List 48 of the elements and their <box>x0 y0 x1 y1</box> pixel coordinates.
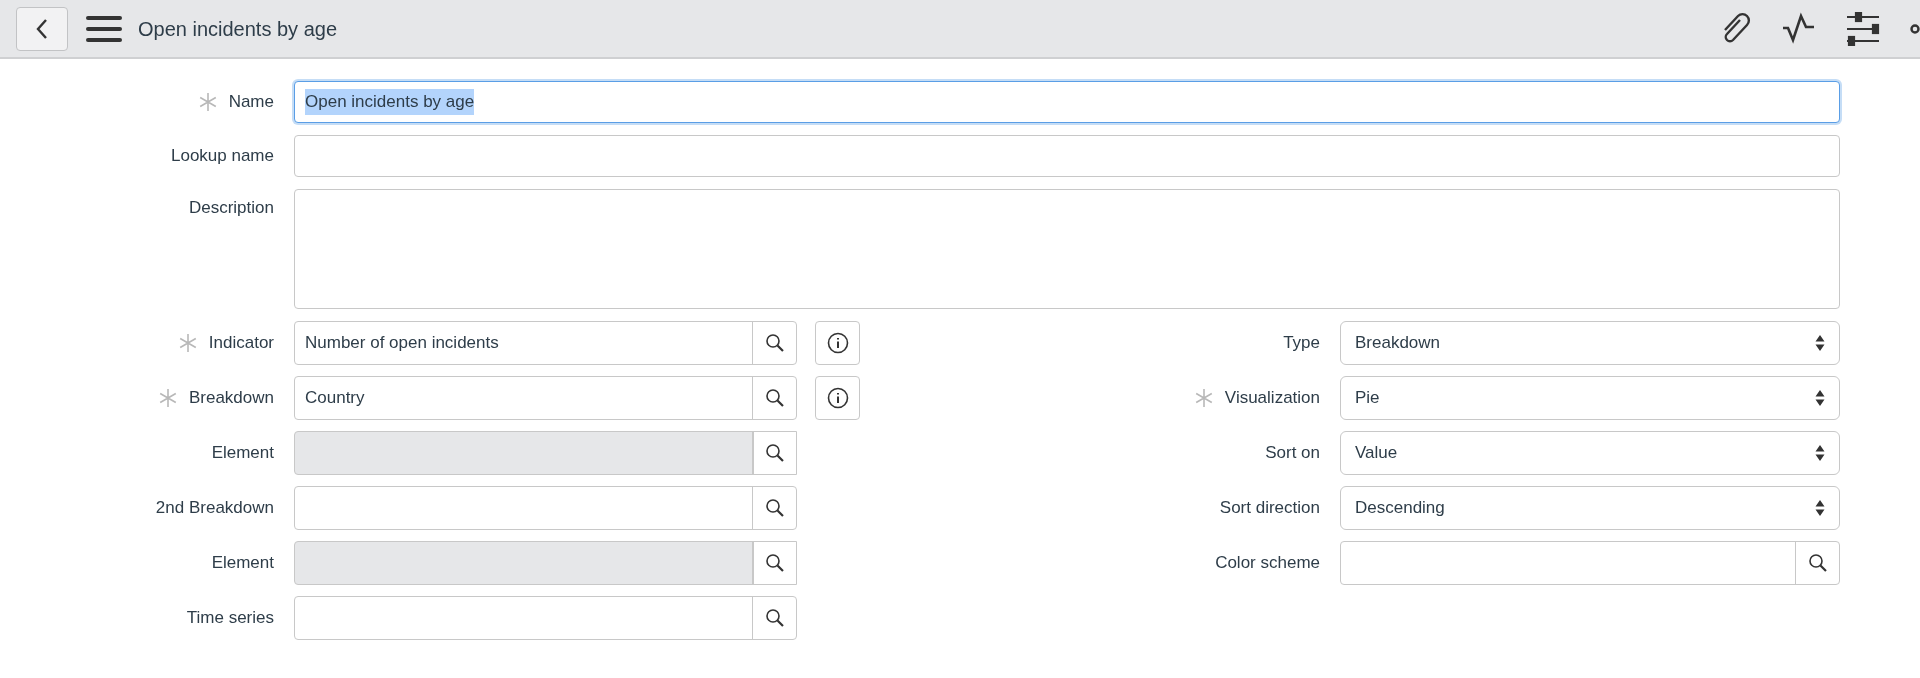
search-icon <box>764 498 785 518</box>
field-label: 2nd Breakdown <box>155 497 274 520</box>
page-title: Open incidents by age <box>138 16 338 42</box>
menu-button[interactable] <box>86 13 122 44</box>
field-label: Element <box>211 442 274 465</box>
field-label: Indicator <box>208 332 274 355</box>
field-label: Visualization <box>1224 387 1320 410</box>
activity-icon[interactable] <box>1782 11 1816 46</box>
search-icon <box>764 333 785 353</box>
info-icon <box>826 332 849 354</box>
field-label: Sort direction <box>1219 497 1320 520</box>
select-field[interactable]: Pie <box>1340 376 1840 420</box>
sliders-icon[interactable] <box>1846 11 1880 46</box>
field-label: Lookup name <box>170 145 274 167</box>
search-icon <box>765 553 785 573</box>
field-label: Type <box>1283 332 1320 355</box>
search-icon <box>765 443 785 463</box>
field-label: Name <box>228 91 274 113</box>
field-label: Breakdown <box>188 387 274 410</box>
sort-arrows-icon <box>1815 444 1825 462</box>
select-field[interactable]: Breakdown <box>1340 321 1840 365</box>
sort-arrows-icon <box>1815 499 1825 517</box>
text-field[interactable]: Open incidents by age <box>294 81 1840 123</box>
search-icon <box>764 388 785 408</box>
sort-arrows-icon <box>1815 389 1825 407</box>
info-icon <box>826 387 849 409</box>
back-button[interactable] <box>16 6 68 51</box>
field-label: Color scheme <box>1215 552 1320 575</box>
reference-field[interactable] <box>1340 541 1840 585</box>
chevron-left-icon <box>35 17 49 40</box>
search-icon <box>764 608 785 628</box>
field-label: Sort on <box>1265 442 1320 465</box>
info-button[interactable] <box>815 376 860 420</box>
field-label: Description <box>188 197 274 219</box>
text-field[interactable] <box>294 135 1840 177</box>
select-field[interactable]: Descending <box>1340 486 1840 530</box>
reference-field[interactable]: Number of open incidents <box>294 321 797 365</box>
select-field[interactable]: Value <box>1340 431 1840 475</box>
reference-field[interactable]: Country <box>294 376 797 420</box>
reference-field[interactable] <box>294 486 797 530</box>
search-button[interactable] <box>752 432 796 474</box>
search-button[interactable] <box>752 542 796 584</box>
sort-arrows-icon <box>1815 334 1825 352</box>
field-label: Time series <box>186 607 274 630</box>
search-icon <box>1807 553 1828 573</box>
field-label: Element <box>211 552 274 575</box>
info-button[interactable] <box>815 321 860 365</box>
reference-field[interactable] <box>294 596 797 640</box>
